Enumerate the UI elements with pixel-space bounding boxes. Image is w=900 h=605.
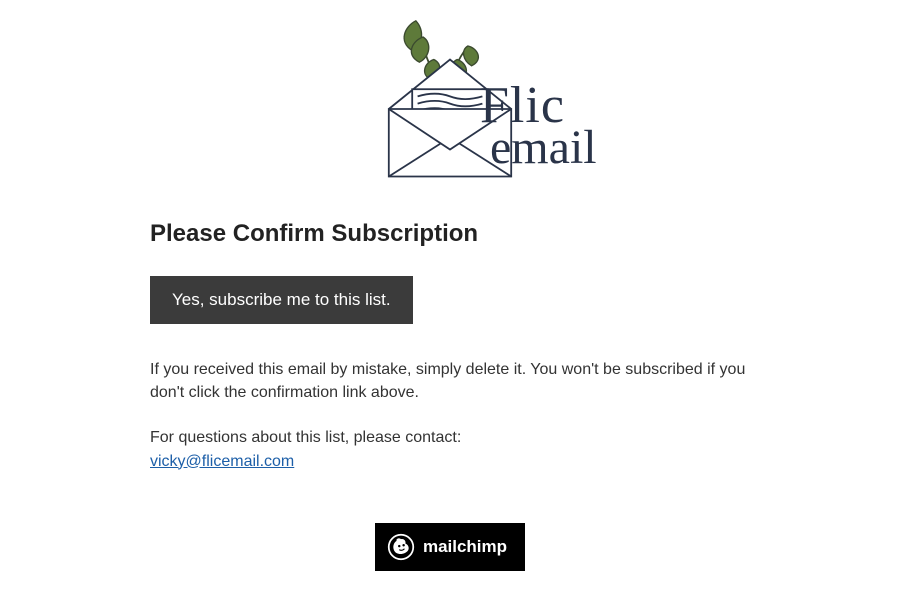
confirm-subscription-button[interactable]: Yes, subscribe me to this list.: [150, 276, 413, 324]
mailchimp-logo-icon: [387, 533, 415, 561]
footer: mailchimp: [150, 523, 750, 571]
brand-name-script: email: [490, 124, 597, 172]
email-container: Flic email Please Confirm Subscription Y…: [150, 0, 750, 571]
contact-email-link[interactable]: vicky@flicemail.com: [150, 453, 294, 470]
brand-logo-block: Flic email: [150, 10, 750, 190]
page-title: Please Confirm Subscription: [150, 220, 750, 248]
mistake-disclaimer: If you received this email by mistake, s…: [150, 358, 750, 404]
brand-wordmark: Flic email: [480, 80, 587, 180]
mailchimp-badge[interactable]: mailchimp: [375, 523, 525, 571]
mailchimp-label: mailchimp: [423, 537, 507, 557]
contact-block: For questions about this list, please co…: [150, 426, 750, 472]
contact-prefix: For questions about this list, please co…: [150, 429, 461, 446]
